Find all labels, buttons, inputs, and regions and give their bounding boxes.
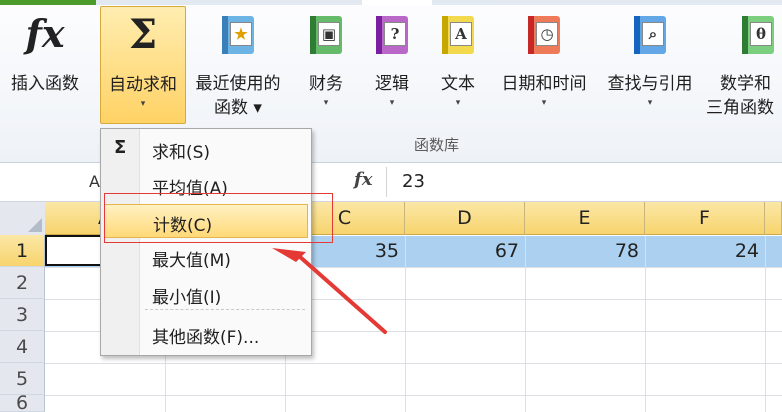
annotation-arrow-icon bbox=[272, 248, 387, 334]
